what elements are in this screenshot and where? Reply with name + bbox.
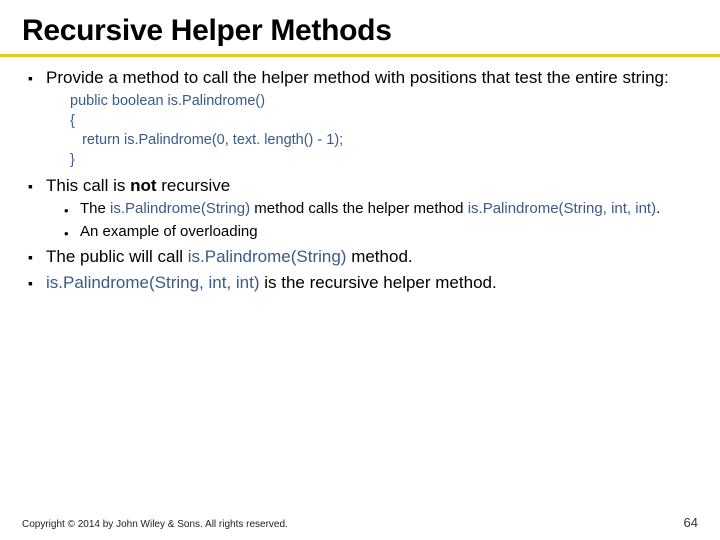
bullet-4: ▪ is.Palindrome(String, int, int) is the… — [28, 272, 692, 293]
copyright-text: Copyright © 2014 by John Wiley & Sons. A… — [22, 519, 288, 530]
bullet-marker: • — [64, 200, 80, 219]
code-fragment: is.Palindrome(String) — [188, 247, 347, 266]
footer: Copyright © 2014 by John Wiley & Sons. A… — [0, 515, 720, 530]
text-fragment: This call is — [46, 176, 130, 195]
slide-body: ▪ Provide a method to call the helper me… — [0, 67, 720, 293]
code-fragment: is.Palindrome(String, int, int) — [46, 273, 260, 292]
bullet-marker: ▪ — [28, 246, 46, 267]
bullet-2: ▪ This call is not recursive — [28, 175, 692, 196]
bullet-3: ▪ The public will call is.Palindrome(Str… — [28, 246, 692, 267]
text-fragment: method calls the helper method — [250, 200, 468, 217]
code-fragment: is.Palindrome(String) — [110, 200, 250, 217]
bullet-text: The is.Palindrome(String) method calls t… — [80, 200, 692, 219]
bullet-text: This call is not recursive — [46, 175, 692, 196]
text-fragment: is the recursive helper method. — [260, 273, 497, 292]
bullet-marker: ▪ — [28, 175, 46, 196]
code-block: public boolean is.Palindrome() { return … — [70, 92, 692, 170]
title-underline — [0, 54, 720, 57]
text-fragment: . — [656, 200, 660, 217]
bullet-1: ▪ Provide a method to call the helper me… — [28, 67, 692, 88]
bullet-text: The public will call is.Palindrome(Strin… — [46, 246, 692, 267]
text-fragment: recursive — [157, 176, 231, 195]
text-fragment: The public will call — [46, 247, 188, 266]
bullet-marker: ▪ — [28, 272, 46, 293]
slide-title: Recursive Helper Methods — [0, 0, 720, 54]
page-number: 64 — [684, 515, 698, 530]
bullet-text: Provide a method to call the helper meth… — [46, 67, 692, 88]
bold-fragment: not — [130, 176, 156, 195]
slide: Recursive Helper Methods ▪ Provide a met… — [0, 0, 720, 540]
sub-bullet-2-2: • An example of overloading — [64, 223, 692, 242]
text-fragment: The — [80, 200, 110, 217]
text-fragment: method. — [346, 247, 412, 266]
code-fragment: is.Palindrome(String, int, int) — [468, 200, 656, 217]
bullet-text: An example of overloading — [80, 223, 692, 242]
bullet-marker: • — [64, 223, 80, 242]
bullet-marker: ▪ — [28, 67, 46, 88]
bullet-text: is.Palindrome(String, int, int) is the r… — [46, 272, 692, 293]
sub-bullet-2-1: • The is.Palindrome(String) method calls… — [64, 200, 692, 219]
